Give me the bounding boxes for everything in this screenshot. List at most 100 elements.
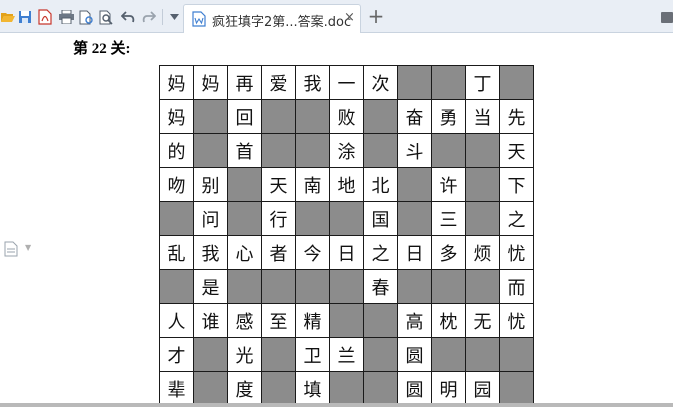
grid-cell: 北 <box>364 168 397 201</box>
shaded-cell <box>398 168 431 201</box>
grid-cell: 问 <box>194 202 227 235</box>
dropdown-icon[interactable] <box>166 9 182 25</box>
shaded-cell <box>262 134 295 167</box>
shaded-cell <box>194 100 227 133</box>
new-tab-button[interactable]: + <box>367 6 385 26</box>
document-tab[interactable]: 疯狂填字2第...答案.doc × <box>183 4 361 33</box>
grid-cell: 谁 <box>194 304 227 337</box>
grid-cell: 心 <box>228 236 261 269</box>
shaded-cell <box>160 202 193 235</box>
grid-cell: 奋 <box>398 100 431 133</box>
shaded-cell <box>296 202 329 235</box>
grid-cell: 三 <box>432 202 465 235</box>
grid-cell: 行 <box>262 202 295 235</box>
grid-cell: 先 <box>500 100 533 133</box>
grid-cell: 之 <box>364 236 397 269</box>
shaded-cell <box>194 134 227 167</box>
shaded-cell <box>296 270 329 303</box>
shaded-cell <box>262 372 295 405</box>
shaded-cell <box>466 202 499 235</box>
document-navigation-icon[interactable] <box>4 241 18 261</box>
grid-cell: 高 <box>398 304 431 337</box>
shaded-cell <box>262 100 295 133</box>
grid-cell: 园 <box>466 372 499 405</box>
grid-cell: 我 <box>296 66 329 99</box>
page-heading: 第 22 关: <box>73 41 131 57</box>
grid-cell: 丁 <box>466 66 499 99</box>
shaded-cell <box>500 338 533 371</box>
grid-cell: 春 <box>364 270 397 303</box>
grid-cell: 天 <box>500 134 533 167</box>
shaded-cell <box>398 270 431 303</box>
shaded-cell <box>466 338 499 371</box>
grid-cell: 兰 <box>330 338 363 371</box>
shaded-cell <box>432 270 465 303</box>
grid-cell: 败 <box>330 100 363 133</box>
folder-open-icon[interactable] <box>0 9 16 25</box>
shaded-cell <box>194 338 227 371</box>
grid-cell: 回 <box>228 100 261 133</box>
grid-cell: 许 <box>432 168 465 201</box>
shaded-cell <box>364 134 397 167</box>
grid-cell: 忧 <box>500 304 533 337</box>
horizontal-scrollbar[interactable] <box>0 403 673 407</box>
grid-cell: 辈 <box>160 372 193 405</box>
grid-cell: 南 <box>296 168 329 201</box>
grid-cell: 忧 <box>500 236 533 269</box>
shaded-cell <box>432 66 465 99</box>
shaded-cell <box>398 202 431 235</box>
shaded-cell <box>398 66 431 99</box>
shaded-cell <box>296 100 329 133</box>
grid-cell: 之 <box>500 202 533 235</box>
window-control-icon[interactable] <box>661 12 673 23</box>
shaded-cell <box>262 338 295 371</box>
shaded-cell <box>500 372 533 405</box>
shaded-cell <box>228 202 261 235</box>
shaded-cell <box>194 372 227 405</box>
grid-cell: 当 <box>466 100 499 133</box>
shaded-cell <box>432 134 465 167</box>
shaded-cell <box>466 168 499 201</box>
grid-cell: 乱 <box>160 236 193 269</box>
grid-cell: 者 <box>262 236 295 269</box>
crossword-grid: 妈妈再爱我一次丁妈回败奋勇当先的首涂斗天吻别天南地北许下问行国三之乱我心者今日之… <box>159 65 534 406</box>
grid-cell: 吻 <box>160 168 193 201</box>
shaded-cell <box>432 338 465 371</box>
shaded-cell <box>330 202 363 235</box>
navigation-caret-icon[interactable]: ▼ <box>25 243 31 252</box>
shaded-cell <box>330 372 363 405</box>
print-preview-icon[interactable] <box>78 9 94 25</box>
grid-cell: 地 <box>330 168 363 201</box>
pdf-export-icon[interactable] <box>37 9 53 25</box>
grid-cell: 是 <box>194 270 227 303</box>
grid-cell: 再 <box>228 66 261 99</box>
grid-cell: 枕 <box>432 304 465 337</box>
grid-cell: 天 <box>262 168 295 201</box>
grid-cell: 妈 <box>160 100 193 133</box>
shaded-cell <box>330 270 363 303</box>
grid-cell: 才 <box>160 338 193 371</box>
grid-cell: 斗 <box>398 134 431 167</box>
shaded-cell <box>160 270 193 303</box>
shaded-cell <box>364 304 397 337</box>
grid-cell: 首 <box>228 134 261 167</box>
undo-icon[interactable] <box>120 9 136 25</box>
close-tab-icon[interactable]: × <box>344 10 355 26</box>
grid-cell: 日 <box>398 236 431 269</box>
grid-cell: 感 <box>228 304 261 337</box>
save-icon[interactable] <box>17 9 33 25</box>
grid-cell: 一 <box>330 66 363 99</box>
find-icon[interactable] <box>98 9 114 25</box>
grid-cell: 而 <box>500 270 533 303</box>
grid-cell: 勇 <box>432 100 465 133</box>
toolbar-separator <box>162 9 163 25</box>
shaded-cell <box>364 372 397 405</box>
grid-cell: 圆 <box>398 372 431 405</box>
shaded-cell <box>262 270 295 303</box>
shaded-cell <box>364 338 397 371</box>
redo-icon[interactable] <box>141 9 157 25</box>
print-icon[interactable] <box>58 9 74 25</box>
grid-cell: 光 <box>228 338 261 371</box>
grid-cell: 国 <box>364 202 397 235</box>
word-document-icon <box>192 11 206 31</box>
